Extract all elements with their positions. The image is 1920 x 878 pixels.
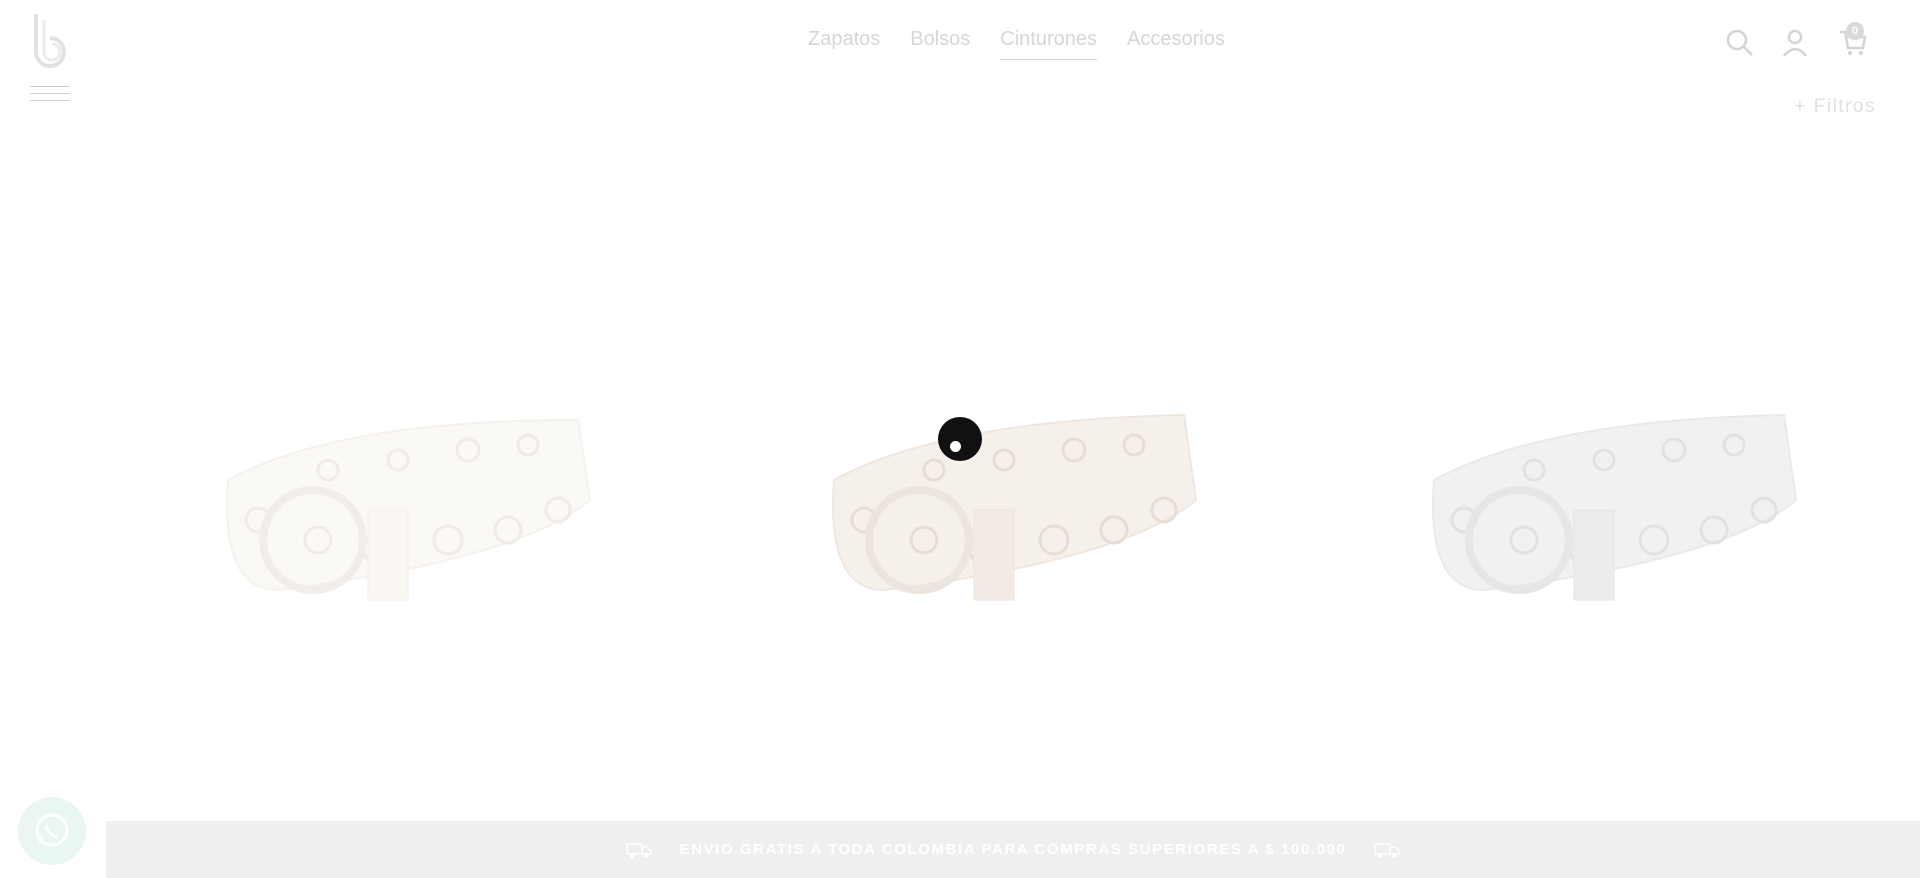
nav-bolsos[interactable]: Bolsos: [910, 28, 970, 60]
truck-icon: [1374, 842, 1401, 858]
search-icon[interactable]: [1725, 28, 1755, 58]
site-header: Zapatos Bolsos Cinturones Accesorios 0: [0, 0, 1920, 86]
product-card-beige-belt[interactable]: [824, 400, 1204, 630]
nav-cinturones[interactable]: Cinturones: [1000, 28, 1098, 60]
loading-dot: [950, 441, 961, 452]
shipping-banner: ENVIO GRATIS A TODA COLOMBIA PARA COMPRA…: [106, 821, 1920, 878]
main-nav: Zapatos Bolsos Cinturones Accesorios: [808, 28, 1225, 60]
nav-accesorios[interactable]: Accesorios: [1127, 28, 1225, 60]
cart-count-badge: 0: [1846, 22, 1864, 40]
whatsapp-icon[interactable]: [18, 797, 86, 865]
truck-icon: [625, 842, 652, 858]
product-card-white-belt[interactable]: [218, 400, 598, 630]
filters-button[interactable]: + Filtros: [1794, 96, 1876, 118]
user-icon[interactable]: [1780, 28, 1810, 58]
loading-spinner: [938, 417, 982, 461]
hamburger-icon[interactable]: [30, 86, 70, 106]
brand-logo[interactable]: [32, 12, 72, 68]
product-card-gray-belt[interactable]: [1424, 400, 1804, 630]
nav-zapatos[interactable]: Zapatos: [808, 28, 880, 60]
shipping-banner-text: ENVIO GRATIS A TODA COLOMBIA PARA COMPRA…: [679, 841, 1347, 858]
